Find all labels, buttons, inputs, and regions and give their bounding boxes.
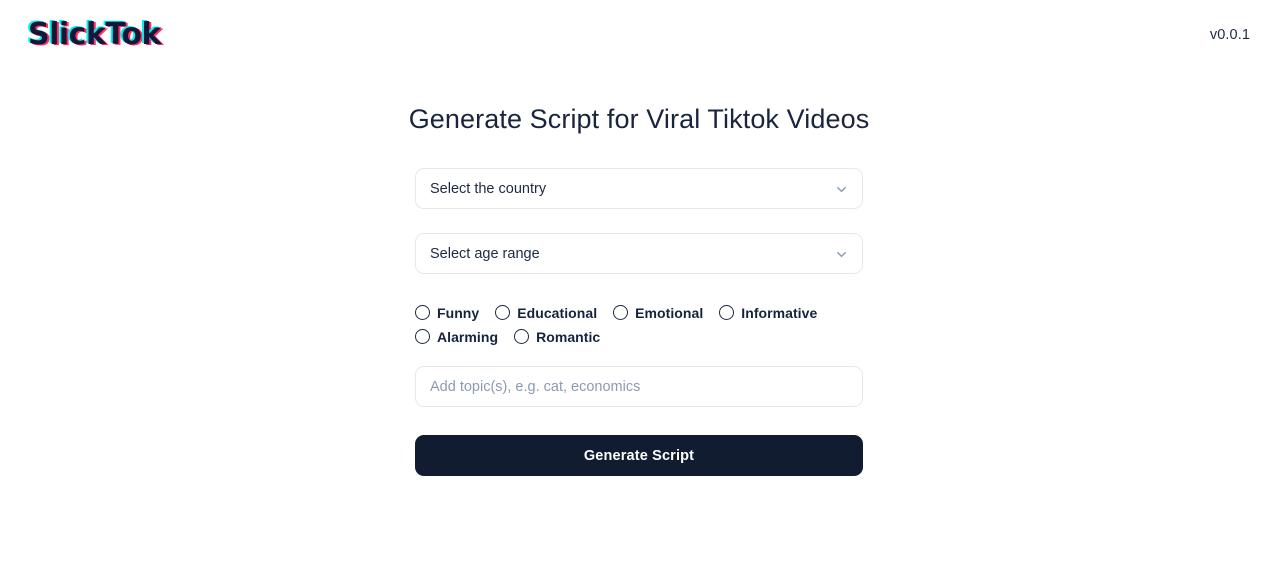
topic-input[interactable]: [415, 366, 863, 408]
page-title: Generate Script for Viral Tiktok Videos: [408, 104, 870, 134]
age-range-select-value: Select age range: [430, 245, 540, 262]
radio-label: Romantic: [536, 328, 601, 345]
radio-circle-icon[interactable]: [613, 305, 629, 321]
age-range-field: Select age range: [415, 233, 863, 275]
generate-script-button[interactable]: Generate Script: [415, 435, 863, 477]
script-generator-form: Select the country Select age range Funn…: [415, 135, 863, 477]
radio-label: Informative: [741, 304, 818, 321]
radio-circle-icon[interactable]: [719, 305, 735, 321]
radio-circle-icon[interactable]: [415, 305, 430, 321]
tone-radio-group: Funny Educational Emotional Informative: [415, 304, 863, 345]
age-range-select[interactable]: Select age range: [415, 233, 863, 275]
app-logo[interactable]: SlickTok: [28, 20, 161, 50]
radio-option-educational[interactable]: Educational: [495, 304, 598, 321]
chevron-down-icon: [834, 246, 849, 261]
country-field: Select the country: [415, 168, 863, 210]
radio-label: Emotional: [635, 304, 704, 321]
radio-label: Alarming: [437, 328, 499, 345]
radio-label: Educational: [517, 304, 598, 321]
tone-radio-row-1: Funny Educational Emotional Informative: [415, 304, 863, 321]
country-select-value: Select the country: [430, 180, 547, 197]
main-content: Generate Script for Viral Tiktok Videos …: [0, 70, 1278, 477]
radio-circle-icon[interactable]: [495, 305, 511, 321]
chevron-down-icon: [834, 181, 849, 196]
radio-circle-icon[interactable]: [514, 329, 530, 345]
radio-option-emotional[interactable]: Emotional: [613, 304, 704, 321]
radio-label: Funny: [437, 304, 480, 321]
tone-radio-row-2: Alarming Romantic: [415, 328, 863, 345]
version-label: v0.0.1: [1209, 27, 1250, 43]
radio-option-alarming[interactable]: Alarming: [415, 328, 499, 345]
radio-option-romantic[interactable]: Romantic: [514, 328, 601, 345]
radio-circle-icon[interactable]: [415, 329, 430, 345]
radio-option-funny[interactable]: Funny: [415, 304, 480, 321]
app-header: SlickTok v0.0.1: [0, 0, 1278, 70]
country-select[interactable]: Select the country: [415, 168, 863, 210]
radio-option-informative[interactable]: Informative: [719, 304, 818, 321]
